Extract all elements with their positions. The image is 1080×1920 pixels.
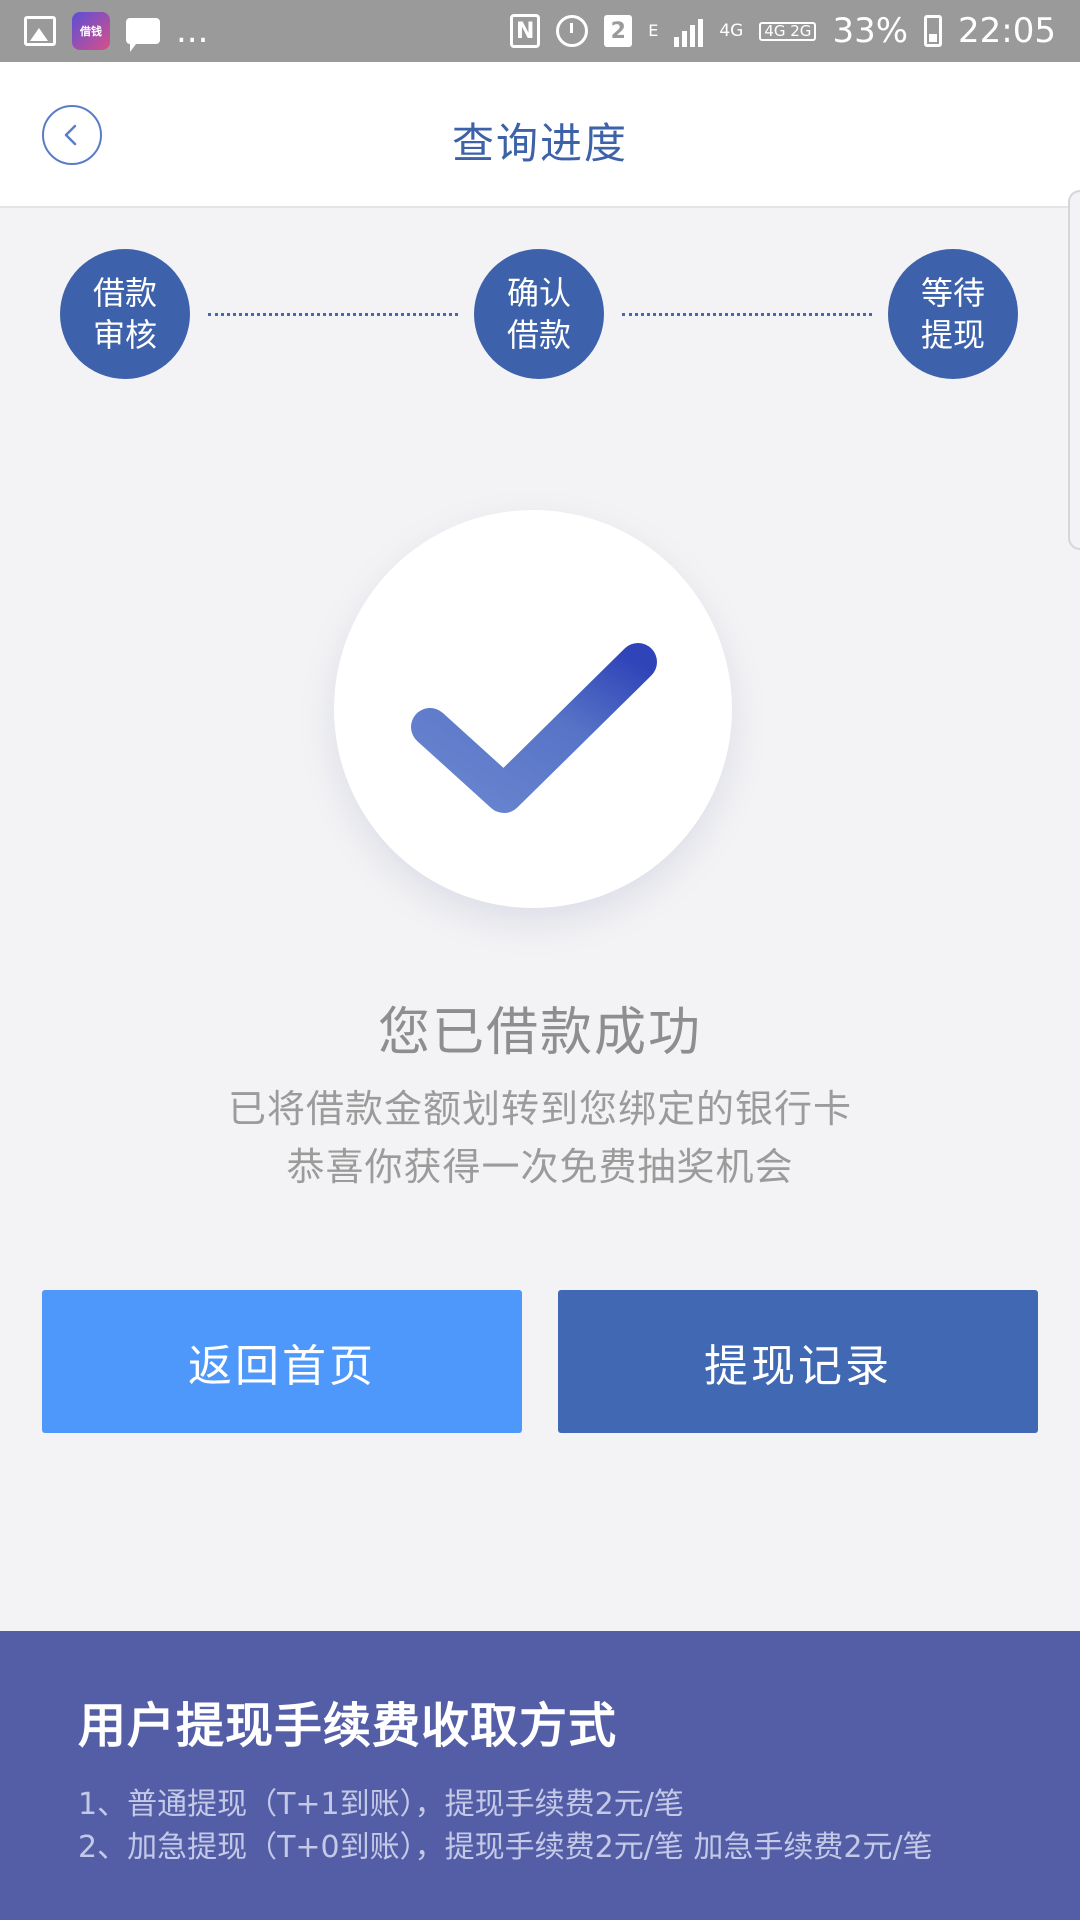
battery-percent: 33% — [832, 11, 909, 51]
step-await-withdrawal: 等待提现 — [888, 249, 1018, 379]
withdrawal-records-button[interactable]: 提现记录 — [558, 1290, 1038, 1433]
message-icon — [126, 18, 160, 52]
network-type-e: E — [648, 21, 659, 40]
success-check-icon — [334, 510, 732, 908]
fee-info-panel: 用户提现手续费收取方式 1、普通提现（T+1到账），提现手续费2元/笔 2、加急… — [0, 1631, 1080, 1920]
fee-info-item: 1、普通提现（T+1到账），提现手续费2元/笔 — [78, 1787, 684, 1822]
step-label: 等待提现 — [920, 274, 985, 354]
gallery-icon — [24, 16, 56, 46]
alarm-icon — [556, 15, 589, 47]
network-4g-icon: 4G — [719, 21, 744, 41]
success-message-lottery: 恭喜你获得一次免费抽奖机会 — [286, 1145, 794, 1189]
success-title: 您已借款成功 — [377, 1003, 702, 1063]
network-4g2g-icon: 4G 2G — [759, 21, 817, 41]
step-connector — [622, 313, 872, 316]
fee-info-item: 2、加急提现（T+0到账），提现手续费2元/笔 加急手续费2元/笔 — [78, 1830, 933, 1865]
page-title: 查询进度 — [451, 119, 628, 168]
side-drawer-handle[interactable] — [1068, 190, 1080, 550]
step-connector — [208, 313, 458, 316]
status-bar-left: 借钱 ... — [24, 11, 209, 52]
step-label: 确认借款 — [506, 274, 571, 354]
signal-strength-icon — [674, 15, 704, 47]
sim-slot-icon: 2 — [604, 15, 633, 47]
nfc-icon: N — [510, 14, 541, 48]
battery-charging-icon — [924, 15, 943, 47]
step-confirm-loan: 确认借款 — [474, 249, 604, 379]
success-message-transfer: 已将借款金额划转到您绑定的银行卡 — [227, 1087, 852, 1131]
status-bar-right: N 2 E 4G 4G 2G 33% 22:05 — [510, 11, 1056, 51]
app-notification-icon: 借钱 — [72, 12, 110, 50]
app-icon-label: 借钱 — [80, 25, 102, 38]
nav-bar: 查询进度 — [0, 62, 1080, 208]
more-notifications-indicator: ... — [176, 11, 209, 51]
clock: 22:05 — [958, 11, 1056, 51]
return-home-button[interactable]: 返回首页 — [42, 1290, 522, 1433]
step-label: 借款审核 — [92, 274, 157, 354]
step-loan-review: 借款审核 — [60, 249, 190, 379]
fee-info-title: 用户提现手续费收取方式 — [78, 1698, 618, 1754]
status-bar: 借钱 ... N 2 E 4G 4G 2G 33% 22:05 — [0, 0, 1080, 62]
